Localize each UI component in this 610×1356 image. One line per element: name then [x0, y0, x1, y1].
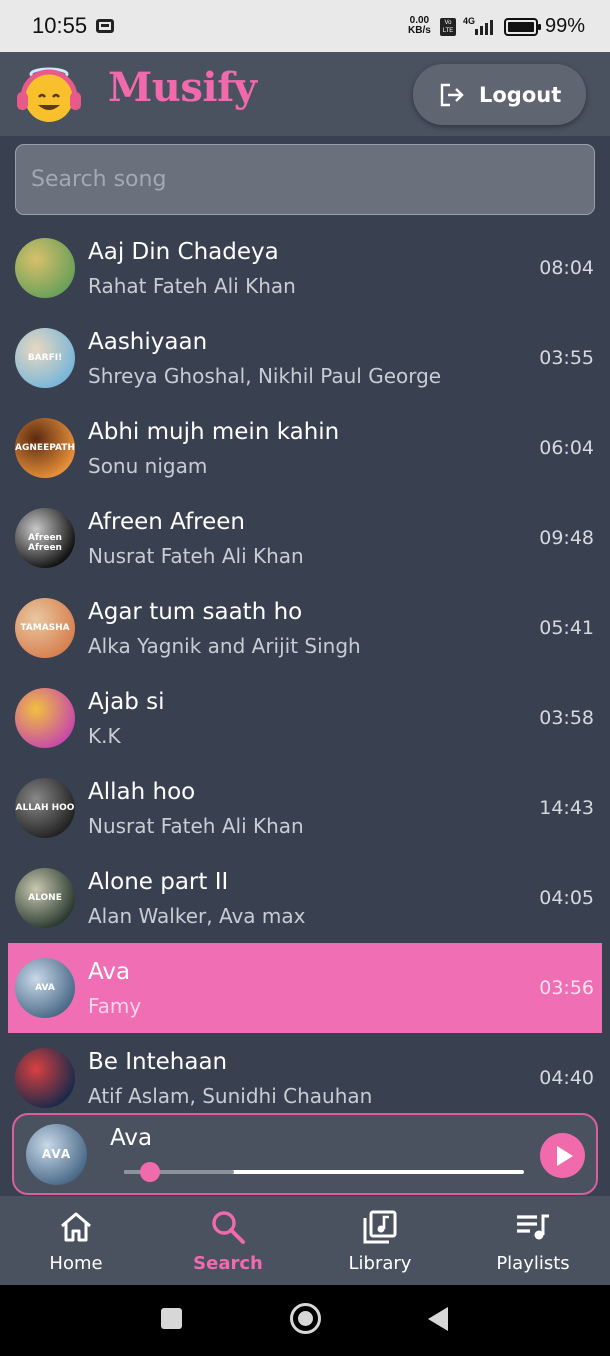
emoji-headphones-icon	[17, 67, 81, 122]
song-artist: Nusrat Fateh Ali Khan	[88, 814, 304, 838]
song-title: Alone part II	[88, 869, 229, 895]
battery-percent: 99%	[545, 15, 586, 37]
now-playing-bar[interactable]: AVA Ava	[12, 1113, 598, 1195]
nav-search[interactable]: Search	[152, 1196, 304, 1285]
song-artist: Alka Yagnik and Arijit Singh	[88, 634, 361, 658]
home-system-button[interactable]	[290, 1303, 321, 1334]
song-duration: 03:56	[539, 977, 594, 999]
nav-library-label: Library	[348, 1253, 412, 1274]
volte-icon: Vo LTE	[440, 18, 456, 36]
song-row[interactable]: Be Intehaan Atif Aslam, Sunidhi Chauhan 04…	[8, 1033, 602, 1123]
battery-icon	[504, 18, 541, 36]
song-title: Allah hoo	[88, 779, 196, 805]
progress-thumb[interactable]	[140, 1162, 160, 1182]
playlist-music-icon	[517, 1214, 549, 1240]
album-art: TAMASHA	[15, 598, 75, 658]
song-duration: 06:04	[539, 437, 594, 459]
network-speed-unit: KB/s	[408, 25, 431, 36]
song-title: Be Intehaan	[88, 1049, 228, 1075]
nav-library[interactable]: Library	[304, 1196, 456, 1285]
song-title: Ajab si	[88, 689, 165, 715]
nav-home-label: Home	[49, 1253, 103, 1274]
album-art: ALLAH HOO	[15, 778, 75, 838]
song-artist: Shreya Ghoshal, Nikhil Paul George	[88, 364, 442, 388]
library-music-icon	[363, 1210, 397, 1244]
bottom-navigation: Home Search Library Playlists	[0, 1196, 610, 1285]
song-artist: Sonu nigam	[88, 454, 208, 478]
system-navigation-bar	[0, 1285, 610, 1356]
song-title: Aashiyaan	[88, 329, 208, 355]
song-artist: Atif Aslam, Sunidhi Chauhan	[88, 1084, 373, 1108]
status-time: 10:55	[32, 13, 88, 38]
album-art	[15, 688, 75, 748]
nav-playlists-label: Playlists	[496, 1253, 570, 1274]
song-artist: Alan Walker, Ava max	[88, 904, 306, 928]
album-art-text: AVA	[35, 983, 55, 993]
app-header: Musify Logout	[0, 52, 610, 136]
search-input[interactable]	[15, 144, 595, 215]
signal-icon	[475, 20, 493, 35]
nav-home[interactable]: Home	[0, 1196, 152, 1285]
song-duration: 03:55	[539, 347, 594, 369]
song-duration: 05:41	[539, 617, 594, 639]
album-art: AVA	[15, 958, 75, 1018]
logout-label: Logout	[479, 82, 562, 107]
nav-search-label: Search	[193, 1253, 263, 1274]
song-title: Ava	[88, 959, 131, 985]
song-row[interactable]: Ajab si K.K 03:58	[8, 673, 602, 763]
album-art-text: Afreen Afreen	[28, 533, 62, 553]
song-duration: 04:05	[539, 887, 594, 909]
logout-button[interactable]: Logout	[413, 64, 586, 125]
app-title: Musify	[108, 64, 257, 111]
album-art	[15, 238, 75, 298]
album-art-text: AGNEEPATH	[15, 443, 75, 453]
song-row[interactable]: ALLAH HOO Allah hoo Nusrat Fateh Ali Khan 1…	[8, 763, 602, 853]
song-title: Afreen Afreen	[88, 509, 245, 535]
progress-slider[interactable]	[124, 1162, 524, 1182]
album-art-text: ALLAH HOO	[15, 803, 75, 813]
song-title: Aaj Din Chadeya	[88, 239, 279, 265]
nav-playlists[interactable]: Playlists	[457, 1196, 609, 1285]
song-row[interactable]: AVA Ava Famy 03:56	[8, 943, 602, 1033]
album-art-text: ALONE	[28, 893, 62, 903]
song-duration: 14:43	[539, 797, 594, 819]
search-icon	[212, 1211, 245, 1244]
song-row[interactable]: Aaj Din Chadeya Rahat Fateh Ali Khan 08:04	[8, 223, 602, 313]
recents-button[interactable]	[161, 1308, 182, 1329]
now-playing-title: Ava	[110, 1125, 153, 1151]
song-artist: Rahat Fateh Ali Khan	[88, 274, 296, 298]
back-button[interactable]	[428, 1307, 448, 1331]
album-art: ALONE	[15, 868, 75, 928]
now-playing-album-art-text: AVA	[41, 1147, 72, 1161]
song-duration: 09:48	[539, 527, 594, 549]
album-art-text: TAMASHA	[20, 623, 70, 633]
song-artist: K.K	[88, 724, 121, 748]
album-art-text: BARFI!	[27, 353, 63, 363]
album-art: Afreen Afreen	[15, 508, 75, 568]
message-notification-icon	[96, 19, 114, 33]
song-artist: Famy	[88, 994, 142, 1018]
song-row[interactable]: AGNEEPATH Abhi mujh mein kahin Sonu nigam 0…	[8, 403, 602, 493]
logout-icon	[440, 83, 464, 106]
song-row[interactable]: ALONE Alone part II Alan Walker, Ava max 04…	[8, 853, 602, 943]
home-icon	[61, 1212, 91, 1242]
album-art: AGNEEPATH	[15, 418, 75, 478]
song-row[interactable]: BARFI! Aashiyaan Shreya Ghoshal, Nikhil Pa…	[8, 313, 602, 403]
status-bar: 10:55 0.00 KB/s Vo LTE 4G 99%	[0, 0, 610, 52]
now-playing-album-art: AVA	[26, 1124, 87, 1185]
play-button[interactable]	[540, 1133, 585, 1178]
song-duration: 08:04	[539, 257, 594, 279]
album-art: BARFI!	[15, 328, 75, 388]
song-title: Agar tum saath ho	[88, 599, 303, 625]
song-artist: Nusrat Fateh Ali Khan	[88, 544, 304, 568]
song-title: Abhi mujh mein kahin	[88, 419, 340, 445]
network-speed: 0.00 KB/s	[408, 16, 431, 36]
song-row[interactable]: Afreen Afreen Afreen Afreen Nusrat Fateh A…	[8, 493, 602, 583]
album-art	[15, 1048, 75, 1108]
song-duration: 04:40	[539, 1067, 594, 1089]
song-duration: 03:58	[539, 707, 594, 729]
song-list: Aaj Din Chadeya Rahat Fateh Ali Khan 08:04…	[0, 223, 610, 1123]
song-row[interactable]: TAMASHA Agar tum saath ho Alka Yagnik and …	[8, 583, 602, 673]
